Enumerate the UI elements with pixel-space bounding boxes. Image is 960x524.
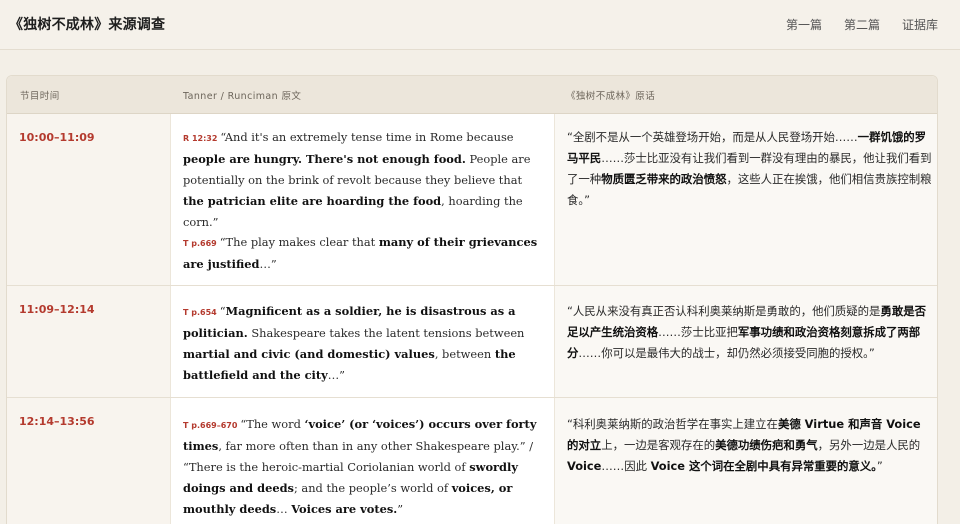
emphasis-text: 物质匮乏带来的政治愤怒 [601,172,727,186]
nav-link-evidence[interactable]: 证据库 [902,16,938,33]
body-text: ; and the people’s world of [293,481,452,495]
top-bar: 《独树不成林》来源调查 第一篇 第二篇 证据库 [0,0,960,50]
source-cell: T p.669–670 “The word ‘voice’ (or ‘voices… [170,398,554,524]
body-text: ……你可以是最伟大的战士，却仍然必须接受同胞的授权。” [578,346,875,360]
source-cell: R 12:32 “And it's an extremely tense time… [170,114,554,285]
citation-ref: T p.654 [183,308,217,317]
body-text: ” [876,459,883,473]
emphasis-text: Voice 这个词在全剧中具有异常重要的意义。 [650,459,877,473]
body-text: “The word [240,417,305,431]
body-text: … [276,502,292,516]
source-excerpt: T p.669–670 “The word ‘voice’ (or ‘voices… [183,414,545,520]
podcast-quote: “人民从来没有真正否认科利奥莱纳斯是勇敢的，他们质疑的是勇敢是否足以产生统治资格… [567,301,933,364]
body-text: “全剧不是从一个英雄登场开始，而是从人民登场开始…… [567,130,858,144]
emphasis-text: Voices are votes. [291,502,398,516]
time-range: 12:14–13:56 [19,415,95,428]
source-excerpt: T p.669 “The play makes clear that many o… [183,232,545,275]
body-text: “人民从来没有真正否认科利奥莱纳斯是勇敢的，他们质疑的是 [567,304,881,318]
citation-ref: T p.669–670 [183,421,238,430]
emphasis-text: 美德功绩伤疤和勇气 [715,438,818,452]
body-text: ” [397,502,404,516]
body-text: , between [434,347,495,361]
time-cell: 12:14–13:56 [7,398,170,524]
time-range: 11:09–12:14 [19,303,95,316]
podcast-quote: “科利奥莱纳斯的政治哲学在事实上建立在美德 Virtue 和声音 Voice 的… [567,414,933,477]
nav-link-part-two[interactable]: 第二篇 [844,16,880,33]
time-cell: 10:00–11:09 [7,114,170,285]
body-text: ……因此 [601,459,651,473]
source-comparison-table: 节目时间 Tanner / Runciman 原文 《独树不成林》原话 10:0… [6,75,938,524]
body-text: “科利奥莱纳斯的政治哲学在事实上建立在 [567,417,778,431]
nav-link-part-one[interactable]: 第一篇 [786,16,822,33]
time-cell: 11:09–12:14 [7,286,170,397]
body-text: “And it's an extremely tense time in Rom… [220,130,514,144]
column-header-quote: 《独树不成林》原话 [566,91,656,102]
body-text: 上，一边是客观存在的 [601,438,716,452]
quote-cell: “全剧不是从一个英雄登场开始，而是从人民登场开始……一群饥饿的罗马平民……莎士比… [554,114,937,285]
table-header: 节目时间 Tanner / Runciman 原文 《独树不成林》原话 [7,76,937,114]
table-row: 11:09–12:14 T p.654 “Magnificent as a sol… [7,286,937,398]
emphasis-text: the patrician elite are hoarding the foo… [183,194,442,208]
time-range: 10:00–11:09 [19,131,95,144]
page-title: 《独树不成林》来源调查 [9,17,166,33]
quote-cell: “科利奥莱纳斯的政治哲学在事实上建立在美德 Virtue 和声音 Voice 的… [554,398,937,524]
citation-ref: R 12:32 [183,134,218,143]
body-text: …” [327,368,345,382]
body-text: ……莎士比亚把 [658,325,738,339]
emphasis-text: Voice [567,459,602,473]
source-cell: T p.654 “Magnificent as a soldier, he is … [170,286,554,397]
body-text: “The play makes clear that [219,235,379,249]
table-row: 10:00–11:09 R 12:32 “And it's an extremel… [7,114,937,286]
body-text: …” [259,257,277,271]
quote-cell: “人民从来没有真正否认科利奥莱纳斯是勇敢的，他们质疑的是勇敢是否足以产生统治资格… [554,286,937,397]
column-header-source: Tanner / Runciman 原文 [183,91,302,102]
body-text: Shakespeare takes the latent tensions be… [247,326,525,340]
emphasis-text: martial and civic (and domestic) values [183,347,435,361]
citation-ref: T p.669 [183,239,217,248]
source-excerpt: R 12:32 “And it's an extremely tense time… [183,127,545,233]
body-text: ，另外一边是人民的 [817,438,921,452]
top-nav: 第一篇 第二篇 证据库 [786,16,938,33]
table-row: 12:14–13:56 T p.669–670 “The word ‘voice’… [7,398,937,524]
column-header-time: 节目时间 [20,91,60,102]
source-excerpt: T p.654 “Magnificent as a soldier, he is … [183,301,545,386]
emphasis-text: people are hungry. There's not enough fo… [183,152,466,166]
podcast-quote: “全剧不是从一个英雄登场开始，而是从人民登场开始……一群饥饿的罗马平民……莎士比… [567,127,933,211]
